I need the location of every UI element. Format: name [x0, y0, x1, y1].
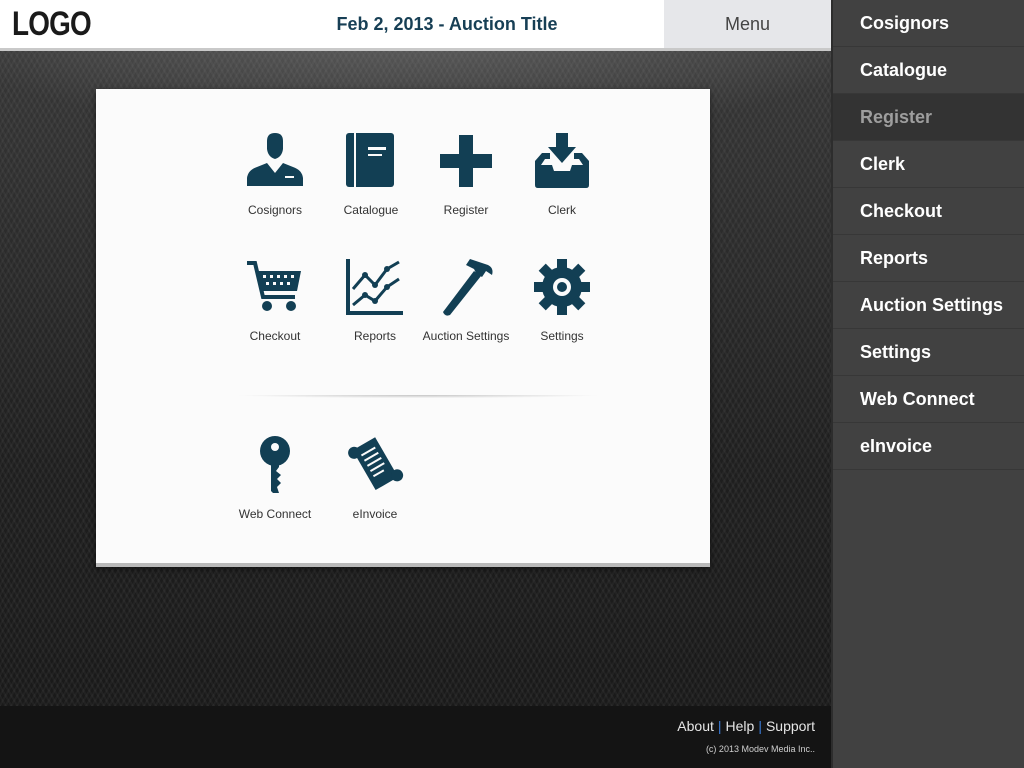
- tile-label: Checkout: [249, 329, 301, 343]
- inbox-download-icon: [535, 133, 589, 188]
- tile-label: Cosignors: [247, 203, 303, 217]
- sidebar-item-catalogue[interactable]: Catalogue: [833, 47, 1024, 94]
- hammer-icon: [443, 259, 493, 316]
- tile-cosignors[interactable]: Cosignors: [227, 131, 323, 220]
- tile-web-connect[interactable]: Web Connect: [227, 435, 323, 524]
- tile-checkout[interactable]: Checkout: [227, 257, 323, 346]
- tile-label: Register: [443, 203, 489, 217]
- tile-label: Clerk: [547, 203, 576, 217]
- copyright-text: (c) 2013 Modev Media Inc..: [705, 744, 815, 754]
- tile-reports[interactable]: Reports: [327, 257, 423, 346]
- gear-icon: [534, 259, 590, 315]
- sidebar-item-reports[interactable]: Reports: [833, 235, 1024, 282]
- support-link[interactable]: Support: [766, 718, 815, 734]
- dashboard-card: Cosignors Catalogue Register Clerk Check…: [96, 89, 710, 567]
- key-icon: [260, 436, 290, 493]
- page-title: Feb 2, 2013 - Auction Title: [336, 14, 558, 34]
- book-icon: [346, 133, 394, 187]
- tile-catalogue[interactable]: Catalogue: [323, 131, 419, 220]
- sidebar-item-checkout[interactable]: Checkout: [833, 188, 1024, 235]
- sidebar-item-settings[interactable]: Settings: [833, 329, 1024, 376]
- sidebar-item-register[interactable]: Register: [833, 94, 1024, 141]
- header-bar: LOGO Feb 2, 2013 - Auction Title Menu: [0, 0, 831, 51]
- tile-auction-settings[interactable]: Auction Settings: [418, 257, 514, 346]
- tile-label: Settings: [540, 329, 584, 343]
- tile-label: eInvoice: [352, 507, 398, 521]
- line-chart-icon: [346, 259, 403, 315]
- tile-label: Auction Settings: [422, 329, 510, 343]
- tile-register[interactable]: Register: [418, 131, 514, 220]
- section-divider: [236, 395, 600, 403]
- menu-button[interactable]: Menu: [664, 0, 831, 48]
- sidebar-item-web-connect[interactable]: Web Connect: [833, 376, 1024, 423]
- tile-clerk[interactable]: Clerk: [514, 131, 610, 220]
- main-area: LOGO Feb 2, 2013 - Auction Title Menu Co…: [0, 0, 831, 768]
- tile-label: Catalogue: [343, 203, 399, 217]
- about-link[interactable]: About: [677, 718, 714, 734]
- plus-icon: [440, 135, 492, 187]
- tile-einvoice[interactable]: eInvoice: [327, 435, 423, 524]
- tile-label: Reports: [353, 329, 397, 343]
- footer-separator: |: [717, 718, 722, 734]
- sidebar-menu: Cosignors Catalogue Register Clerk Check…: [831, 0, 1024, 768]
- shopping-cart-icon: [247, 261, 301, 311]
- help-link[interactable]: Help: [726, 718, 755, 734]
- sidebar-item-auction-settings[interactable]: Auction Settings: [833, 282, 1024, 329]
- sidebar-item-clerk[interactable]: Clerk: [833, 141, 1024, 188]
- tile-label: Web Connect: [238, 507, 312, 521]
- scroll-icon: [348, 437, 404, 491]
- person-icon: [247, 133, 303, 186]
- tile-settings[interactable]: Settings: [514, 257, 610, 346]
- sidebar-item-cosignors[interactable]: Cosignors: [833, 0, 1024, 47]
- sidebar-item-einvoice[interactable]: eInvoice: [833, 423, 1024, 470]
- logo: LOGO: [12, 5, 92, 43]
- footer: About | Help | Support (c) 2013 Modev Media …: [0, 706, 831, 768]
- footer-links: About | Help | Support: [677, 718, 815, 734]
- footer-separator: |: [758, 718, 762, 734]
